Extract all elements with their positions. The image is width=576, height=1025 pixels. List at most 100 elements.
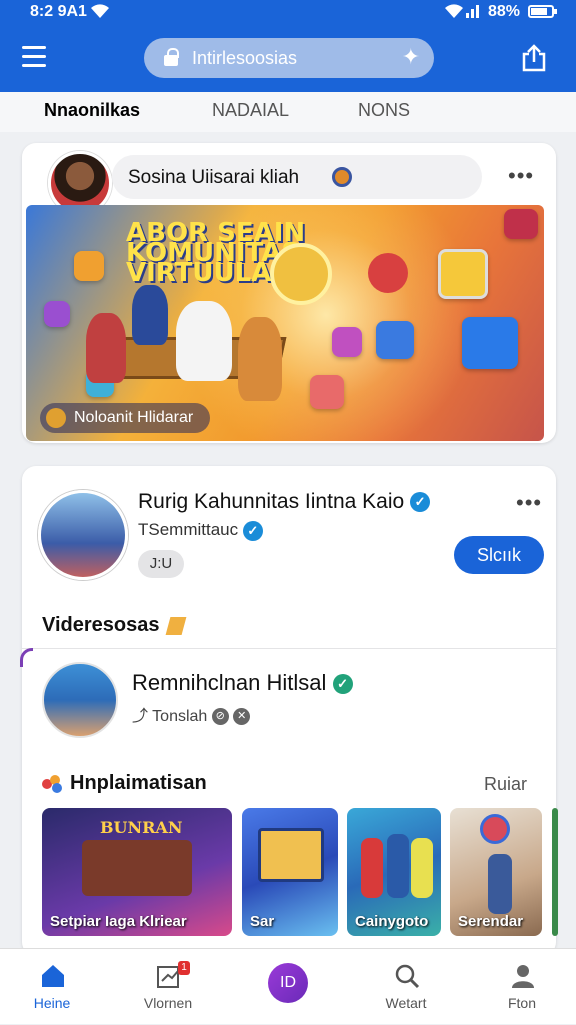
nav-search[interactable]: Wetart <box>356 949 456 1025</box>
tag-icon <box>165 616 186 635</box>
apps-icon <box>42 774 64 793</box>
app-header: 8:2 9A1 88% Intirlesoosias ✦ <box>0 0 576 92</box>
wifi-icon <box>445 4 463 18</box>
recommend-section-title: Hnplaimatisan <box>42 772 207 795</box>
nav-notifications[interactable]: 1 Vlornen <box>118 949 218 1025</box>
nav-profile-label: Fton <box>507 995 536 1011</box>
divider <box>20 648 556 667</box>
thumbnail-board <box>258 828 324 882</box>
thumbnail-label: Sar <box>250 913 275 930</box>
thumbnail-label: Cainygoto <box>355 913 429 930</box>
thumbnail-card[interactable]: Serendar <box>450 808 542 936</box>
group-avatar[interactable] <box>38 490 128 580</box>
globe-icon <box>270 243 332 305</box>
profile-icon <box>512 965 534 988</box>
group-card: Rurig Kahunnitas Iintna Kaio ✓ ••• TSemm… <box>20 466 558 956</box>
thumbnail-banner-text: BUNRAN <box>100 818 183 837</box>
group-title: Rurig Kahunnitas Iintna Kaio <box>138 490 405 513</box>
signal-icon <box>466 4 479 18</box>
thumbnail-card[interactable]: Cainygoto <box>347 808 441 936</box>
bottom-nav: Heine 1 Vlornen ID Wetart Fton <box>0 948 576 1024</box>
share-icon[interactable] <box>520 44 548 72</box>
tab-nons[interactable]: NONS <box>358 100 410 121</box>
thumbnail-label: Serendar <box>458 913 524 930</box>
person-figure <box>387 834 409 898</box>
group-title-row[interactable]: Rurig Kahunnitas Iintna Kaio ✓ <box>138 490 431 514</box>
see-all-link[interactable]: Ruiar <box>484 774 527 795</box>
thumbnail-label: Setpiar Iaga Klriear <box>50 913 187 930</box>
verified-icon: ✓ <box>332 674 353 695</box>
person-figure <box>361 838 383 898</box>
face-icon <box>368 253 408 293</box>
home-icon <box>42 965 64 987</box>
banner-caption: Noloanit Hlidarar <box>40 403 210 433</box>
person-avatar[interactable] <box>42 662 118 738</box>
floating-app-icon <box>44 301 70 327</box>
nav-profile[interactable]: Fton <box>472 949 572 1025</box>
group-subtitle-row: TSemmittauc ✓ <box>138 520 263 541</box>
recommend-title: Hnplaimatisan <box>70 772 207 794</box>
nav-search-label: Wetart <box>385 995 427 1011</box>
notification-badge: 1 <box>178 961 190 975</box>
tab-bar: Nnaonilkas NADAIAL NONS <box>0 92 576 132</box>
nav-home-label: Heine <box>33 995 71 1011</box>
person-sub-row: ⤴ Tonslah ⊘ ✕ <box>132 702 251 726</box>
wifi-icon <box>91 4 109 18</box>
menu-icon[interactable] <box>22 46 46 68</box>
verified-icon: ✓ <box>410 492 431 513</box>
create-icon: ID <box>268 963 308 1003</box>
chat-app-icon <box>376 321 414 359</box>
floating-app-icon <box>504 209 538 239</box>
link-icon: ⤴ <box>132 708 149 725</box>
nav-create[interactable]: ID <box>238 949 338 1025</box>
more-options-icon[interactable]: ••• <box>516 490 542 516</box>
sparkle-icon[interactable]: ✦ <box>402 44 420 70</box>
battery-percent: 88% <box>488 3 521 20</box>
person-figure <box>132 285 168 345</box>
verified-icon: ✓ <box>242 520 263 541</box>
follow-button[interactable]: Slcıık <box>454 536 544 574</box>
person-figure <box>411 838 433 898</box>
floating-app-icon <box>310 375 344 409</box>
group-subtitle: TSemmittauc <box>138 520 239 539</box>
thumbnail-card[interactable]: Sar <box>242 808 338 936</box>
search-bar[interactable]: Intirlesoosias ✦ <box>144 38 434 78</box>
post-composer[interactable]: Sosina Uiisarai kliah <box>112 155 482 199</box>
camera-app-icon <box>438 249 488 299</box>
banner-caption-text: Noloanit Hlidarar <box>74 409 194 426</box>
person-figure <box>86 313 126 383</box>
thumbnail-stage <box>82 840 192 896</box>
status-bar: 8:2 9A1 88% <box>0 0 576 26</box>
link-badge-icon: ⊘ <box>211 708 229 726</box>
search-icon <box>395 964 420 989</box>
person-sub: Tonslah <box>152 708 208 725</box>
floating-app-icon <box>332 327 362 357</box>
person-figure <box>488 854 512 914</box>
emoji-badge-icon <box>332 167 352 187</box>
play-app-icon <box>462 317 518 369</box>
status-time: 8:2 9A1 <box>30 3 87 20</box>
search-text: Intirlesoosias <box>192 48 298 68</box>
post-card: Sosina Uiisarai kliah ••• ABOR SEAIN KOM… <box>22 143 556 443</box>
thumbnail-card-partial[interactable] <box>552 808 558 936</box>
videos-section-label: Videresosas <box>42 614 160 636</box>
tab-nadaial[interactable]: NADAIAL <box>212 100 289 121</box>
nav-notifications-label: Vlornen <box>143 995 193 1011</box>
tab-nnaonilkas[interactable]: Nnaonilkas <box>44 100 140 121</box>
person-name-row[interactable]: Remnihclnan Hitlsal ✓ <box>132 670 353 696</box>
thumbnail-card[interactable]: BUNRAN Setpiar Iaga Klriear <box>42 808 232 936</box>
videos-section-title: Videresosas <box>42 614 186 637</box>
community-banner-image[interactable]: ABOR SEAIN KOMUNITAS VIRTUULA Noloanit H… <box>26 205 544 441</box>
lock-icon <box>164 48 179 66</box>
composer-text: Sosina Uiisarai kliah <box>128 167 300 188</box>
person-figure <box>176 301 232 381</box>
battery-icon <box>528 5 557 18</box>
more-options-icon[interactable]: ••• <box>508 163 534 189</box>
wall-emblem <box>480 814 510 844</box>
group-chip[interactable]: J:U <box>138 550 184 578</box>
nav-home[interactable]: Heine <box>2 949 102 1025</box>
tools-icon: ✕ <box>233 708 251 726</box>
floating-app-icon <box>74 251 104 281</box>
person-figure <box>238 317 282 401</box>
person-name: Remnihclnan Hitlsal <box>132 670 327 695</box>
